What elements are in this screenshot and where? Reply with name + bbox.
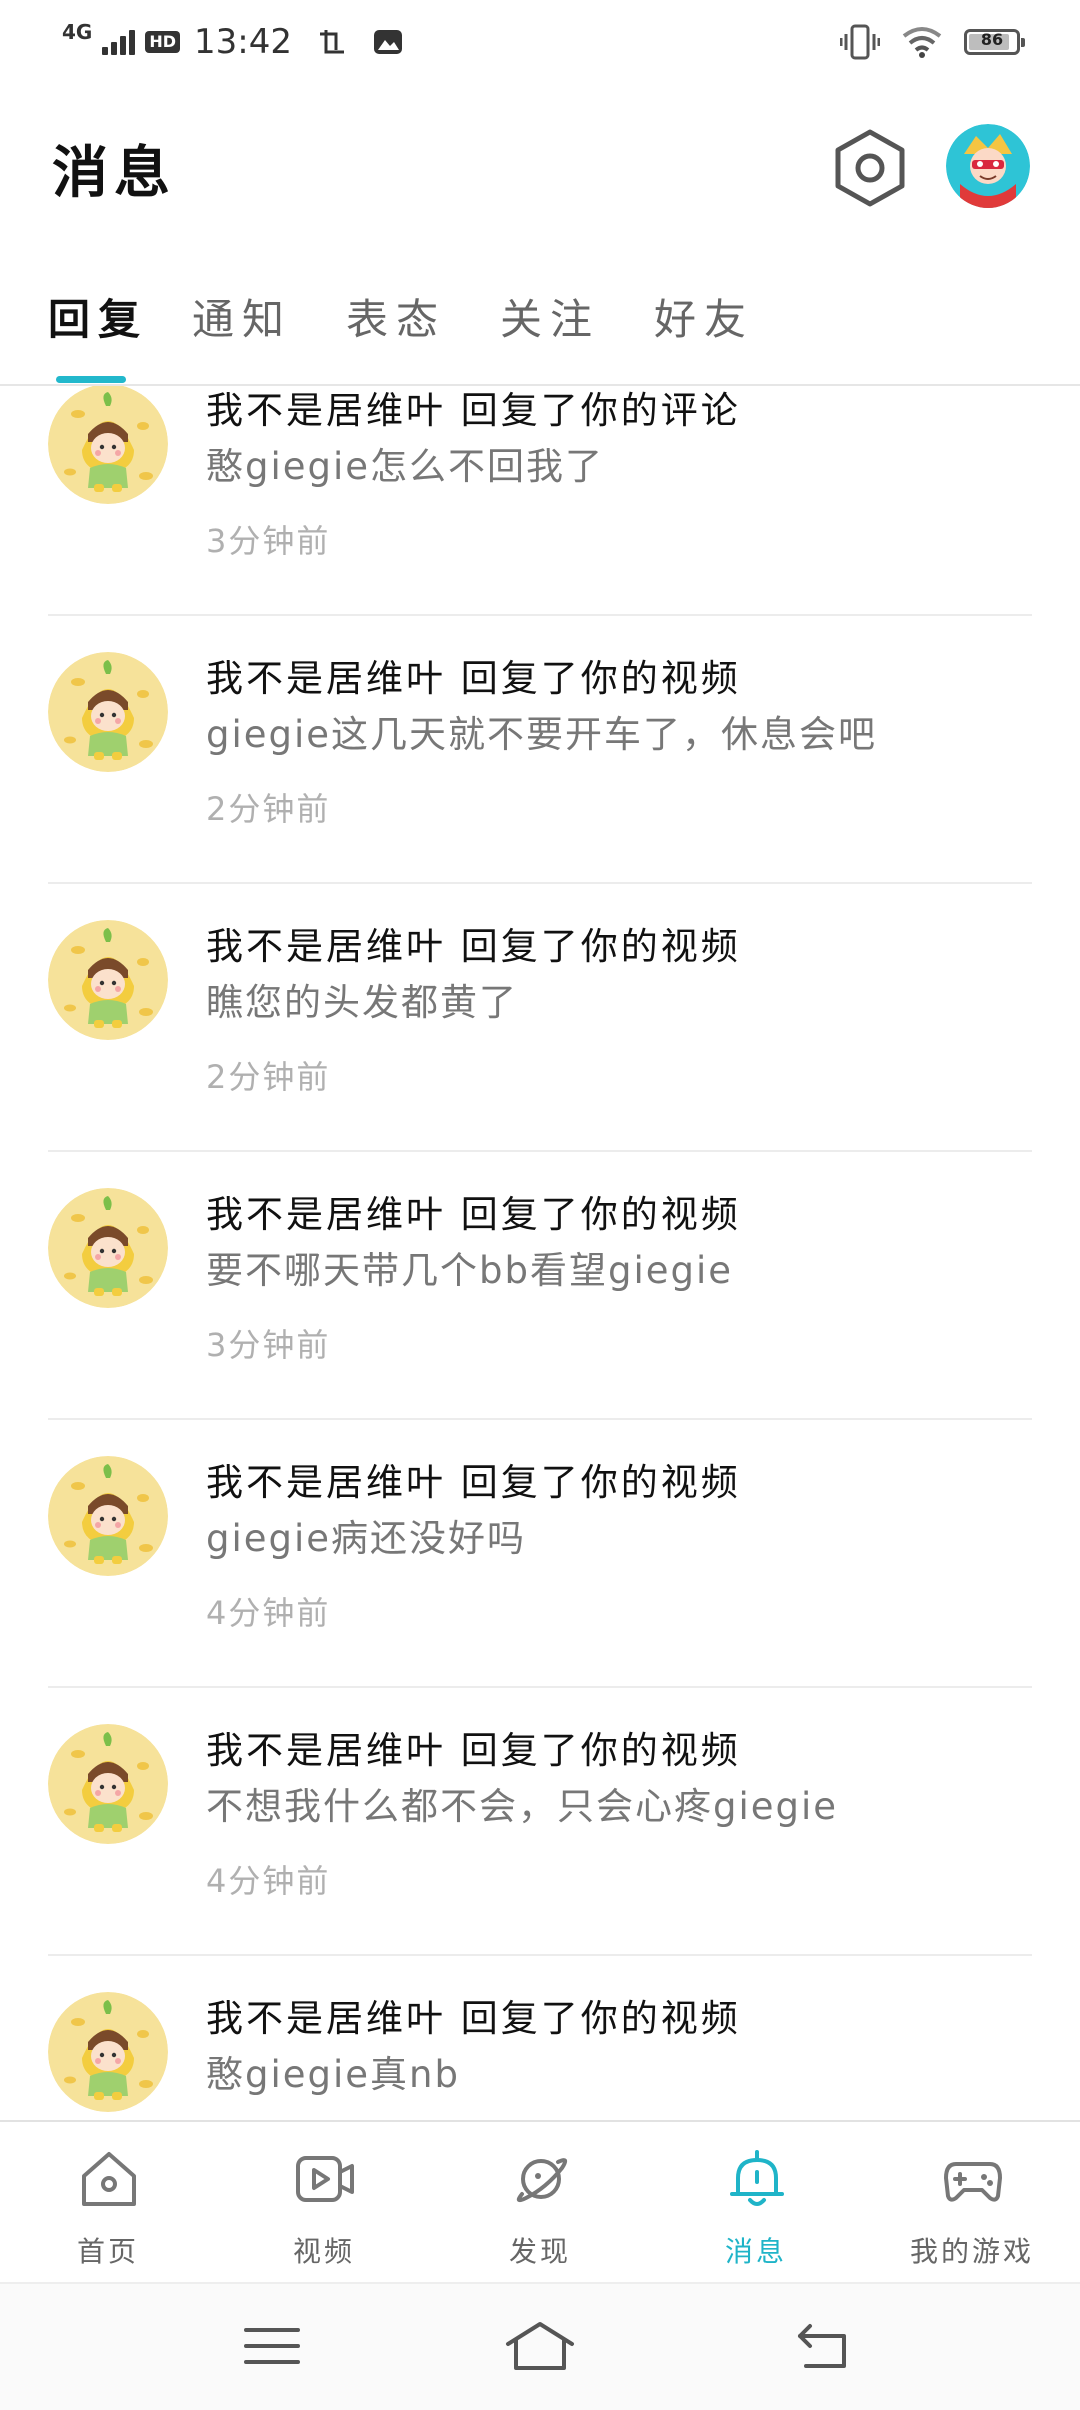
message-body: 憨giegie真nb <box>206 2053 460 2096</box>
active-tab-indicator <box>56 376 126 383</box>
nav-messages-label: 消息 <box>724 2235 787 2268</box>
settings-icon[interactable] <box>832 128 908 208</box>
screenshot-icon <box>320 30 344 54</box>
message-item[interactable]: 我不是居维叶 回复了你的视频 瞧您的头发都黄了 2分钟前 <box>0 910 1080 1178</box>
message-body: giegie这几天就不要开车了，休息会吧 <box>206 713 878 756</box>
video-icon <box>296 2156 354 2202</box>
status-time: 13:42 <box>194 22 292 62</box>
message-title: 我不是居维叶 回复了你的视频 <box>206 1729 741 1772</box>
sender-avatar[interactable] <box>48 920 168 1040</box>
nav-discover[interactable]: 发现 <box>432 2122 648 2284</box>
wifi-icon <box>902 27 942 58</box>
battery-icon: 86 <box>964 29 1025 55</box>
page-title: 消息 <box>52 141 176 206</box>
nav-video[interactable]: 视频 <box>216 2122 432 2284</box>
message-body: giegie病还没好吗 <box>206 1517 527 1560</box>
message-time: 4分钟前 <box>206 1594 331 1632</box>
home-outline-icon[interactable] <box>504 2318 576 2374</box>
sender-avatar[interactable] <box>48 386 168 504</box>
gamepad-icon <box>944 2162 1002 2202</box>
planet-icon <box>516 2158 568 2203</box>
home-icon <box>82 2152 136 2206</box>
tab-reply[interactable]: 回复 <box>48 286 148 347</box>
message-item[interactable]: 我不是居维叶 回复了你的视频 giegie病还没好吗 4分钟前 <box>0 1446 1080 1714</box>
message-title: 我不是居维叶 回复了你的视频 <box>206 925 741 968</box>
sender-avatar[interactable] <box>48 1188 168 1308</box>
message-item[interactable]: 我不是居维叶 回复了你的视频 要不哪天带几个bb看望giegie 3分钟前 <box>0 1178 1080 1446</box>
system-nav-bar <box>0 2282 1080 2410</box>
tab-notice[interactable]: 通知 <box>192 286 292 347</box>
message-title: 我不是居维叶 回复了你的视频 <box>206 1461 741 1504</box>
message-title: 我不是居维叶 回复了你的评论 <box>206 389 741 432</box>
tab-follow[interactable]: 关注 <box>500 286 600 347</box>
message-divider <box>48 1150 1032 1152</box>
message-divider <box>48 614 1032 616</box>
message-body: 不想我什么都不会，只会心疼giegie <box>206 1785 839 1828</box>
message-body: 憨giegie怎么不回我了 <box>206 445 605 488</box>
sender-avatar[interactable] <box>48 1992 168 2112</box>
bottom-nav: 首页 视频 发现 消息 我的游戏 <box>0 2120 1080 2284</box>
message-item[interactable]: 我不是居维叶 回复了你的视频 giegie这几天就不要开车了，休息会吧 2分钟前 <box>0 642 1080 910</box>
message-item[interactable]: 我不是居维叶 回复了你的视频不想我什么都不会，只会心疼giegie 4分钟前 <box>0 1714 1080 1982</box>
nav-my-games[interactable]: 我的游戏 <box>864 2122 1080 2284</box>
message-list: 我不是居维叶 回复了你的评论 憨giegie怎么不回我了 3分钟前 我不是居维叶 回… <box>0 386 1080 2120</box>
message-tabs: 回复 通知 表态 关注 好友 <box>0 280 1080 386</box>
signal-icon <box>102 29 136 55</box>
profile-avatar[interactable] <box>946 124 1030 208</box>
message-divider <box>48 882 1032 884</box>
hd-badge: HD <box>145 31 181 53</box>
vibrate-icon <box>840 24 880 60</box>
message-title: 我不是居维叶 回复了你的视频 <box>206 657 741 700</box>
status-bar: 4G HD 13:42 86 <box>0 0 1080 84</box>
sender-avatar[interactable] <box>48 1456 168 1576</box>
message-body: 瞧您的头发都黄了 <box>206 981 518 1024</box>
network-type: 4G <box>62 20 93 44</box>
bell-icon <box>730 2150 784 2206</box>
message-divider <box>48 1954 1032 1956</box>
nav-home[interactable]: 首页 <box>0 2122 216 2284</box>
tab-friends[interactable]: 好友 <box>654 286 754 347</box>
message-time: 3分钟前 <box>206 522 331 560</box>
sender-avatar[interactable] <box>48 652 168 772</box>
nav-my-games-label: 我的游戏 <box>909 2235 1034 2268</box>
message-item[interactable]: 我不是居维叶 回复了你的视频 憨giegie真nb <box>0 1982 1080 2120</box>
message-body: 要不哪天带几个bb看望giegie <box>206 1249 734 1292</box>
menu-icon[interactable] <box>242 2318 302 2374</box>
message-divider <box>48 1418 1032 1420</box>
message-time: 2分钟前 <box>206 790 331 828</box>
message-divider <box>48 1686 1032 1688</box>
message-title: 我不是居维叶 回复了你的视频 <box>206 1193 741 1236</box>
sender-avatar[interactable] <box>48 1724 168 1844</box>
nav-discover-label: 发现 <box>508 2235 571 2268</box>
message-title: 我不是居维叶 回复了你的视频 <box>206 1997 741 2040</box>
back-icon[interactable] <box>792 2318 852 2374</box>
nav-home-label: 首页 <box>76 2235 139 2268</box>
tab-react[interactable]: 表态 <box>346 286 446 347</box>
message-time: 4分钟前 <box>206 1862 331 1900</box>
message-item[interactable]: 我不是居维叶 回复了你的评论 憨giegie怎么不回我了 3分钟前 <box>0 386 1080 642</box>
nav-messages[interactable]: 消息 <box>648 2122 864 2284</box>
message-time: 2分钟前 <box>206 1058 331 1096</box>
nav-video-label: 视频 <box>292 2235 355 2268</box>
gallery-icon <box>374 30 402 54</box>
message-time: 3分钟前 <box>206 1326 331 1364</box>
